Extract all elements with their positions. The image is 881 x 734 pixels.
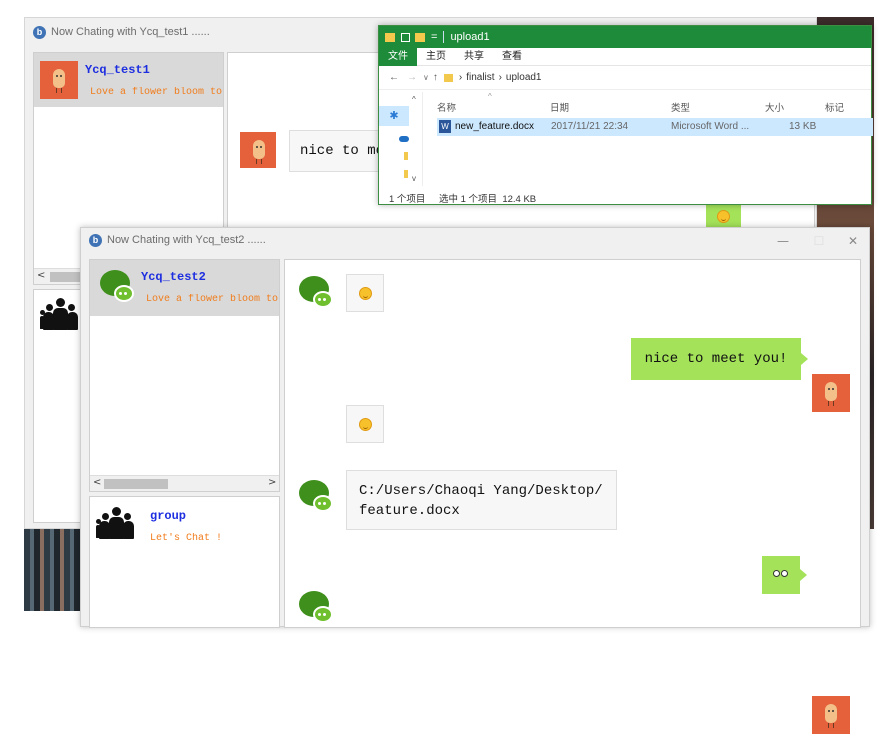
app-icon: b [33, 25, 46, 39]
file-date: 2017/11/21 22:34 [551, 121, 629, 132]
desktop-background-lower [24, 529, 80, 611]
contact-status: Love a flower bloom to ac [90, 87, 223, 98]
column-size[interactable]: 大小 [765, 100, 784, 114]
file-path-line1: C:/Users/Chaoqi Yang/Desktop/ [359, 483, 603, 499]
file-path-message-bubble: C:/Users/Chaoqi Yang/Desktop/ feature.do… [346, 470, 617, 530]
group-status: Let's Chat ! [150, 533, 223, 544]
sent-emoji-bubble [762, 556, 800, 594]
scroll-left-icon[interactable]: < [37, 270, 45, 281]
ribbon-tab-home[interactable]: 主页 [417, 48, 455, 66]
contact-name: Ycq_test1 [85, 63, 150, 77]
group-icon [96, 507, 136, 545]
window2-titlebar: b Now Chating with Ycq_test2 ...... [81, 228, 869, 252]
sent-message-bubble: nice to meet you! [631, 338, 801, 380]
smile-emoji-icon [717, 210, 730, 223]
wechat-avatar-icon [299, 480, 333, 514]
folder-icon [385, 32, 395, 42]
quick-access-dropdown-icon[interactable]: = [431, 31, 437, 43]
item-count: 1 个项目 [389, 194, 426, 205]
column-type[interactable]: 类型 [671, 100, 690, 114]
bubble-tail [801, 353, 808, 365]
properties-icon[interactable] [401, 32, 410, 42]
contact-item-ycq-test1[interactable]: Ycq_test1 Love a flower bloom to ac [34, 53, 223, 107]
file-type: Microsoft Word ... [671, 121, 750, 132]
nav-folder-icon[interactable] [404, 152, 408, 160]
file-path-line2: feature.docx [359, 503, 460, 519]
contact-list-hscrollbar[interactable]: < > [90, 475, 279, 491]
file-explorer-window: = upload1 文件 主页 共享 查看 ← → ∨ ↑ › finalist… [378, 25, 873, 205]
column-date[interactable]: 日期 [550, 100, 569, 114]
ribbon-tab-share[interactable]: 共享 [455, 48, 493, 66]
app-icon: b [89, 233, 102, 247]
onedrive-icon[interactable] [399, 136, 409, 142]
file-list-header: ^ 名称 日期 类型 大小 标记 [425, 92, 873, 118]
file-size: 13 KB [789, 121, 817, 132]
smile-emoji-icon [359, 418, 372, 431]
potato-avatar-icon [812, 374, 850, 412]
new-folder-icon[interactable] [415, 32, 425, 42]
close-button[interactable]: ✕ [841, 234, 865, 248]
smile-emoji-icon [359, 287, 372, 300]
bubble-tail [800, 569, 807, 581]
explorer-title: upload1 [450, 31, 490, 43]
contact-status: Love a flower bloom to ac [146, 294, 279, 305]
contact-list: Ycq_test2 Love a flower bloom to ac < > [89, 259, 280, 492]
quick-access-pin-icon[interactable]: ✱ [379, 106, 409, 126]
back-arrow-icon[interactable]: ← [389, 72, 399, 83]
nav-folder-icon[interactable] [404, 170, 408, 178]
ribbon-tabs: 文件 主页 共享 查看 [379, 47, 871, 66]
group-name: group [150, 509, 187, 523]
potato-avatar-icon [812, 696, 850, 734]
ribbon-tab-file[interactable]: 文件 [379, 47, 417, 66]
history-chevron-icon[interactable]: ∨ [423, 73, 429, 82]
forward-arrow-icon[interactable]: → [407, 72, 417, 83]
eyes-emoji-icon [773, 570, 789, 578]
chat-window-test2: b Now Chating with Ycq_test2 ...... — ☐ … [80, 227, 870, 734]
address-bar[interactable]: ← → ∨ ↑ › finalist › upload1 [379, 66, 871, 90]
group-item[interactable]: group Let's Chat ! [90, 497, 279, 557]
contact-name: Ycq_test2 [141, 270, 206, 284]
window2-title: Now Chating with Ycq_test2 ...... [107, 234, 266, 246]
breadcrumb-upload1[interactable]: upload1 [506, 72, 542, 83]
column-name[interactable]: 名称 [437, 100, 456, 114]
wechat-avatar-icon [100, 270, 134, 304]
word-doc-icon: W [439, 120, 451, 133]
scroll-thumb[interactable] [104, 479, 168, 489]
emoji-message-bubble [346, 405, 384, 443]
potato-avatar-icon [40, 61, 78, 99]
contact-item-ycq-test2[interactable]: Ycq_test2 Love a flower bloom to ac [90, 260, 279, 316]
explorer-titlebar: = upload1 [379, 26, 871, 48]
file-row[interactable]: W new_feature.docx 2017/11/21 22:34 Micr… [437, 118, 873, 136]
scroll-right-icon[interactable]: > [268, 477, 276, 488]
navigation-pane: ^ ✱ v [379, 92, 423, 186]
emoji-message-bubble [346, 274, 384, 312]
column-tag[interactable]: 标记 [825, 100, 844, 114]
potato-avatar-icon [240, 132, 276, 168]
group-list: group Let's Chat ! [89, 496, 280, 628]
maximize-button[interactable]: ☐ [807, 234, 831, 248]
sort-up-icon: ^ [488, 92, 492, 101]
up-arrow-icon[interactable]: ↑ [433, 72, 438, 83]
nav-scroll-down-icon[interactable]: v [412, 174, 416, 183]
folder-icon [443, 73, 453, 82]
nav-scroll-up-icon[interactable]: ^ [412, 95, 416, 104]
window1-title: Now Chating with Ycq_test1 ...... [51, 26, 210, 38]
ribbon-tab-view[interactable]: 查看 [493, 48, 531, 66]
selection-info: 选中 1 个项目 12.4 KB [439, 194, 537, 205]
wechat-avatar-icon [299, 591, 333, 625]
minimize-button[interactable]: — [771, 234, 795, 248]
wechat-avatar-icon [299, 276, 333, 310]
group-icon [40, 298, 80, 336]
file-name: new_feature.docx [455, 121, 534, 132]
status-bar: 1 个项目 选中 1 个项目 12.4 KB [379, 188, 873, 205]
chat-area-test2: nice to meet you! C:/Users/Chaoqi Yang/D… [284, 259, 861, 734]
scroll-left-icon[interactable]: < [93, 477, 101, 488]
breadcrumb-finalist[interactable]: finalist [466, 72, 494, 83]
